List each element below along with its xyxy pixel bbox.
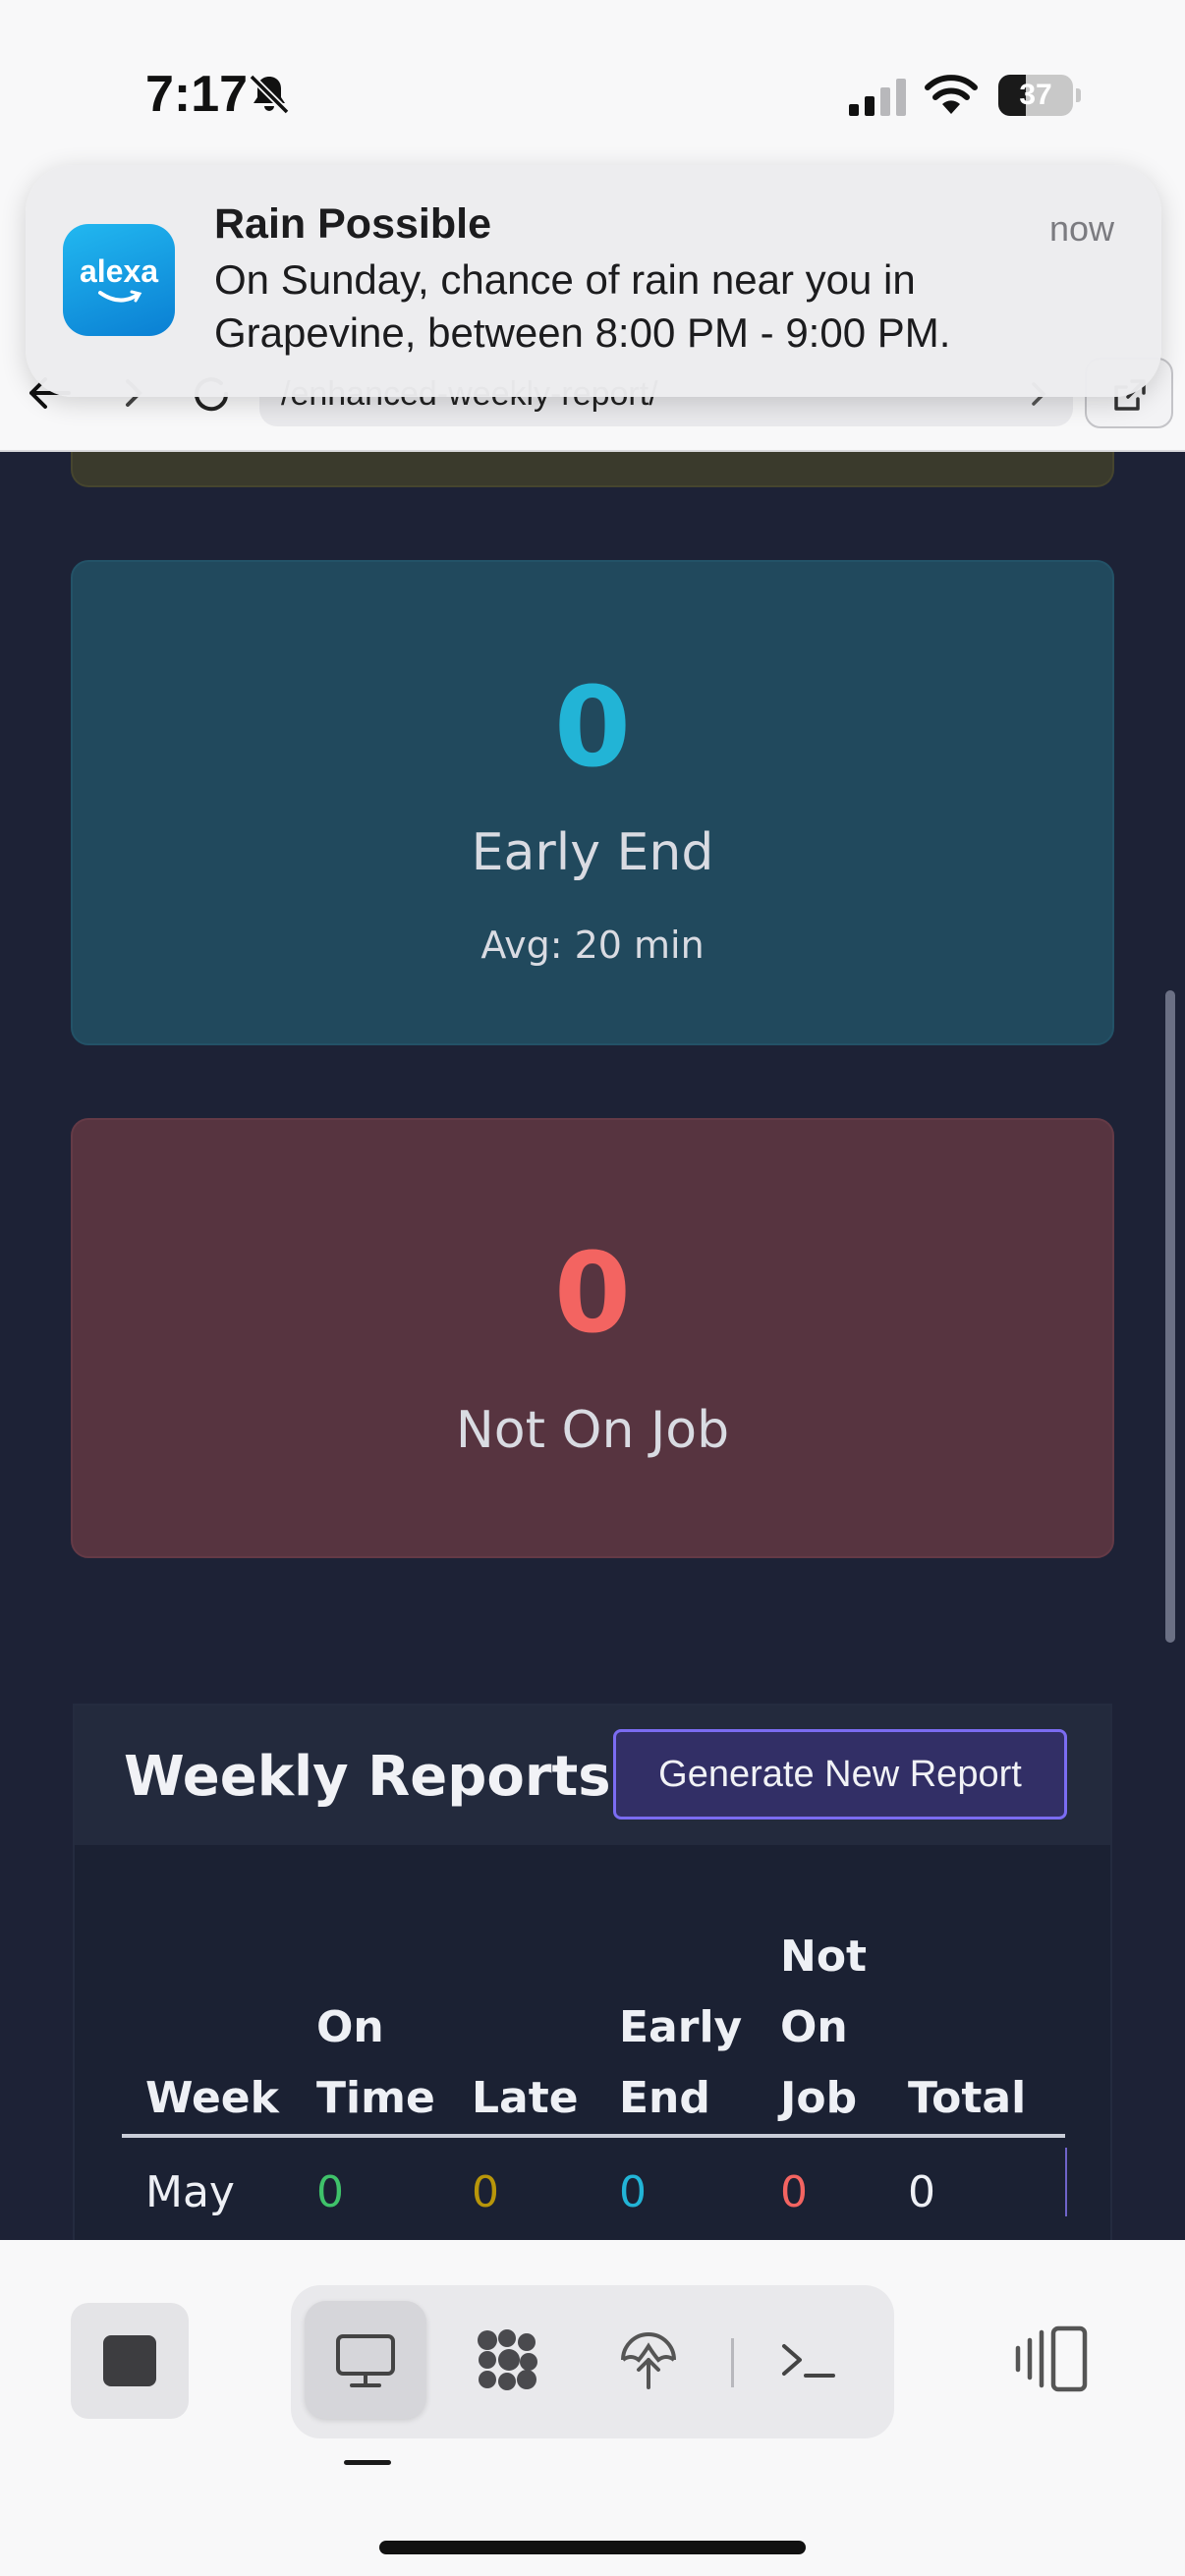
table-header: Week On Time Late Early End Not On Job T…	[122, 1912, 1065, 2134]
cell-total: 0	[908, 2167, 935, 2217]
cell-week: May	[145, 2167, 235, 2217]
weekly-reports-panel: Weekly Reports Generate New Report Week …	[73, 1704, 1112, 2293]
column-header-week[interactable]: Week	[145, 2063, 279, 2134]
alexa-smile-icon	[98, 290, 142, 303]
stop-icon	[103, 2335, 156, 2386]
weekly-reports-header: Weekly Reports Generate New Report	[75, 1706, 1110, 1845]
table-scroll-edge	[1065, 2148, 1067, 2216]
terminal-mode-button[interactable]	[749, 2301, 871, 2419]
cell-on-time: 0	[316, 2167, 344, 2217]
column-header-on-time[interactable]: On Time	[316, 1992, 454, 2134]
weekly-reports-title: Weekly Reports	[124, 1745, 611, 1809]
mode-switcher	[291, 2285, 894, 2438]
notification-time: now	[1048, 208, 1114, 249]
apps-icon	[478, 2329, 537, 2390]
alexa-app-icon: alexa	[63, 224, 175, 336]
desktop-icon	[336, 2334, 395, 2387]
alexa-icon-label: alexa	[79, 253, 159, 289]
tree-icon	[621, 2332, 676, 2389]
wifi-icon	[925, 75, 978, 114]
battery-icon: 37	[998, 75, 1081, 116]
notification-banner[interactable]: alexa Rain Possible now On Sunday, chanc…	[26, 165, 1161, 397]
early-end-label: Early End	[471, 823, 714, 882]
column-header-early-end[interactable]: Early End	[619, 1992, 747, 2134]
table-header-divider	[122, 2134, 1065, 2138]
column-header-late[interactable]: Late	[472, 2063, 579, 2134]
terminal-icon	[782, 2344, 835, 2378]
not-on-job-value: 0	[554, 1230, 631, 1358]
notification-body: On Sunday, chance of rain near you in Gr…	[214, 256, 951, 356]
cell-not-on-job: 0	[780, 2167, 808, 2217]
home-indicator[interactable]	[379, 2541, 806, 2554]
active-tab-indicator	[344, 2460, 391, 2465]
early-end-average: Avg: 20 min	[480, 924, 705, 967]
early-end-card: 0 Early End Avg: 20 min	[71, 560, 1114, 1045]
notification-title: Rain Possible	[214, 200, 491, 248]
generate-new-report-button[interactable]: Generate New Report	[613, 1729, 1067, 1820]
bottom-toolbar	[0, 2240, 1185, 2576]
cell-early-end: 0	[619, 2167, 647, 2217]
column-header-total[interactable]: Total	[908, 2063, 1026, 2134]
desktop-mode-button[interactable]	[305, 2301, 426, 2419]
sidebar-toggle-icon[interactable]	[1014, 2323, 1093, 2395]
column-header-not-on-job[interactable]: Not On Job	[780, 1922, 867, 2134]
not-on-job-label: Not On Job	[455, 1401, 730, 1460]
mode-divider	[731, 2338, 734, 2387]
cell-late: 0	[472, 2167, 499, 2217]
bell-slash-icon	[249, 74, 290, 115]
stop-button[interactable]	[71, 2303, 189, 2419]
status-time: 7:17	[145, 66, 249, 123]
page-scrollbar[interactable]	[1165, 990, 1175, 1643]
not-on-job-card: 0 Not On Job	[71, 1118, 1114, 1558]
cellular-signal-icon	[849, 79, 906, 116]
early-end-value: 0	[554, 664, 631, 792]
tree-mode-button[interactable]	[588, 2301, 709, 2419]
apps-mode-button[interactable]	[446, 2301, 568, 2419]
battery-percent: 37	[1019, 79, 1052, 111]
